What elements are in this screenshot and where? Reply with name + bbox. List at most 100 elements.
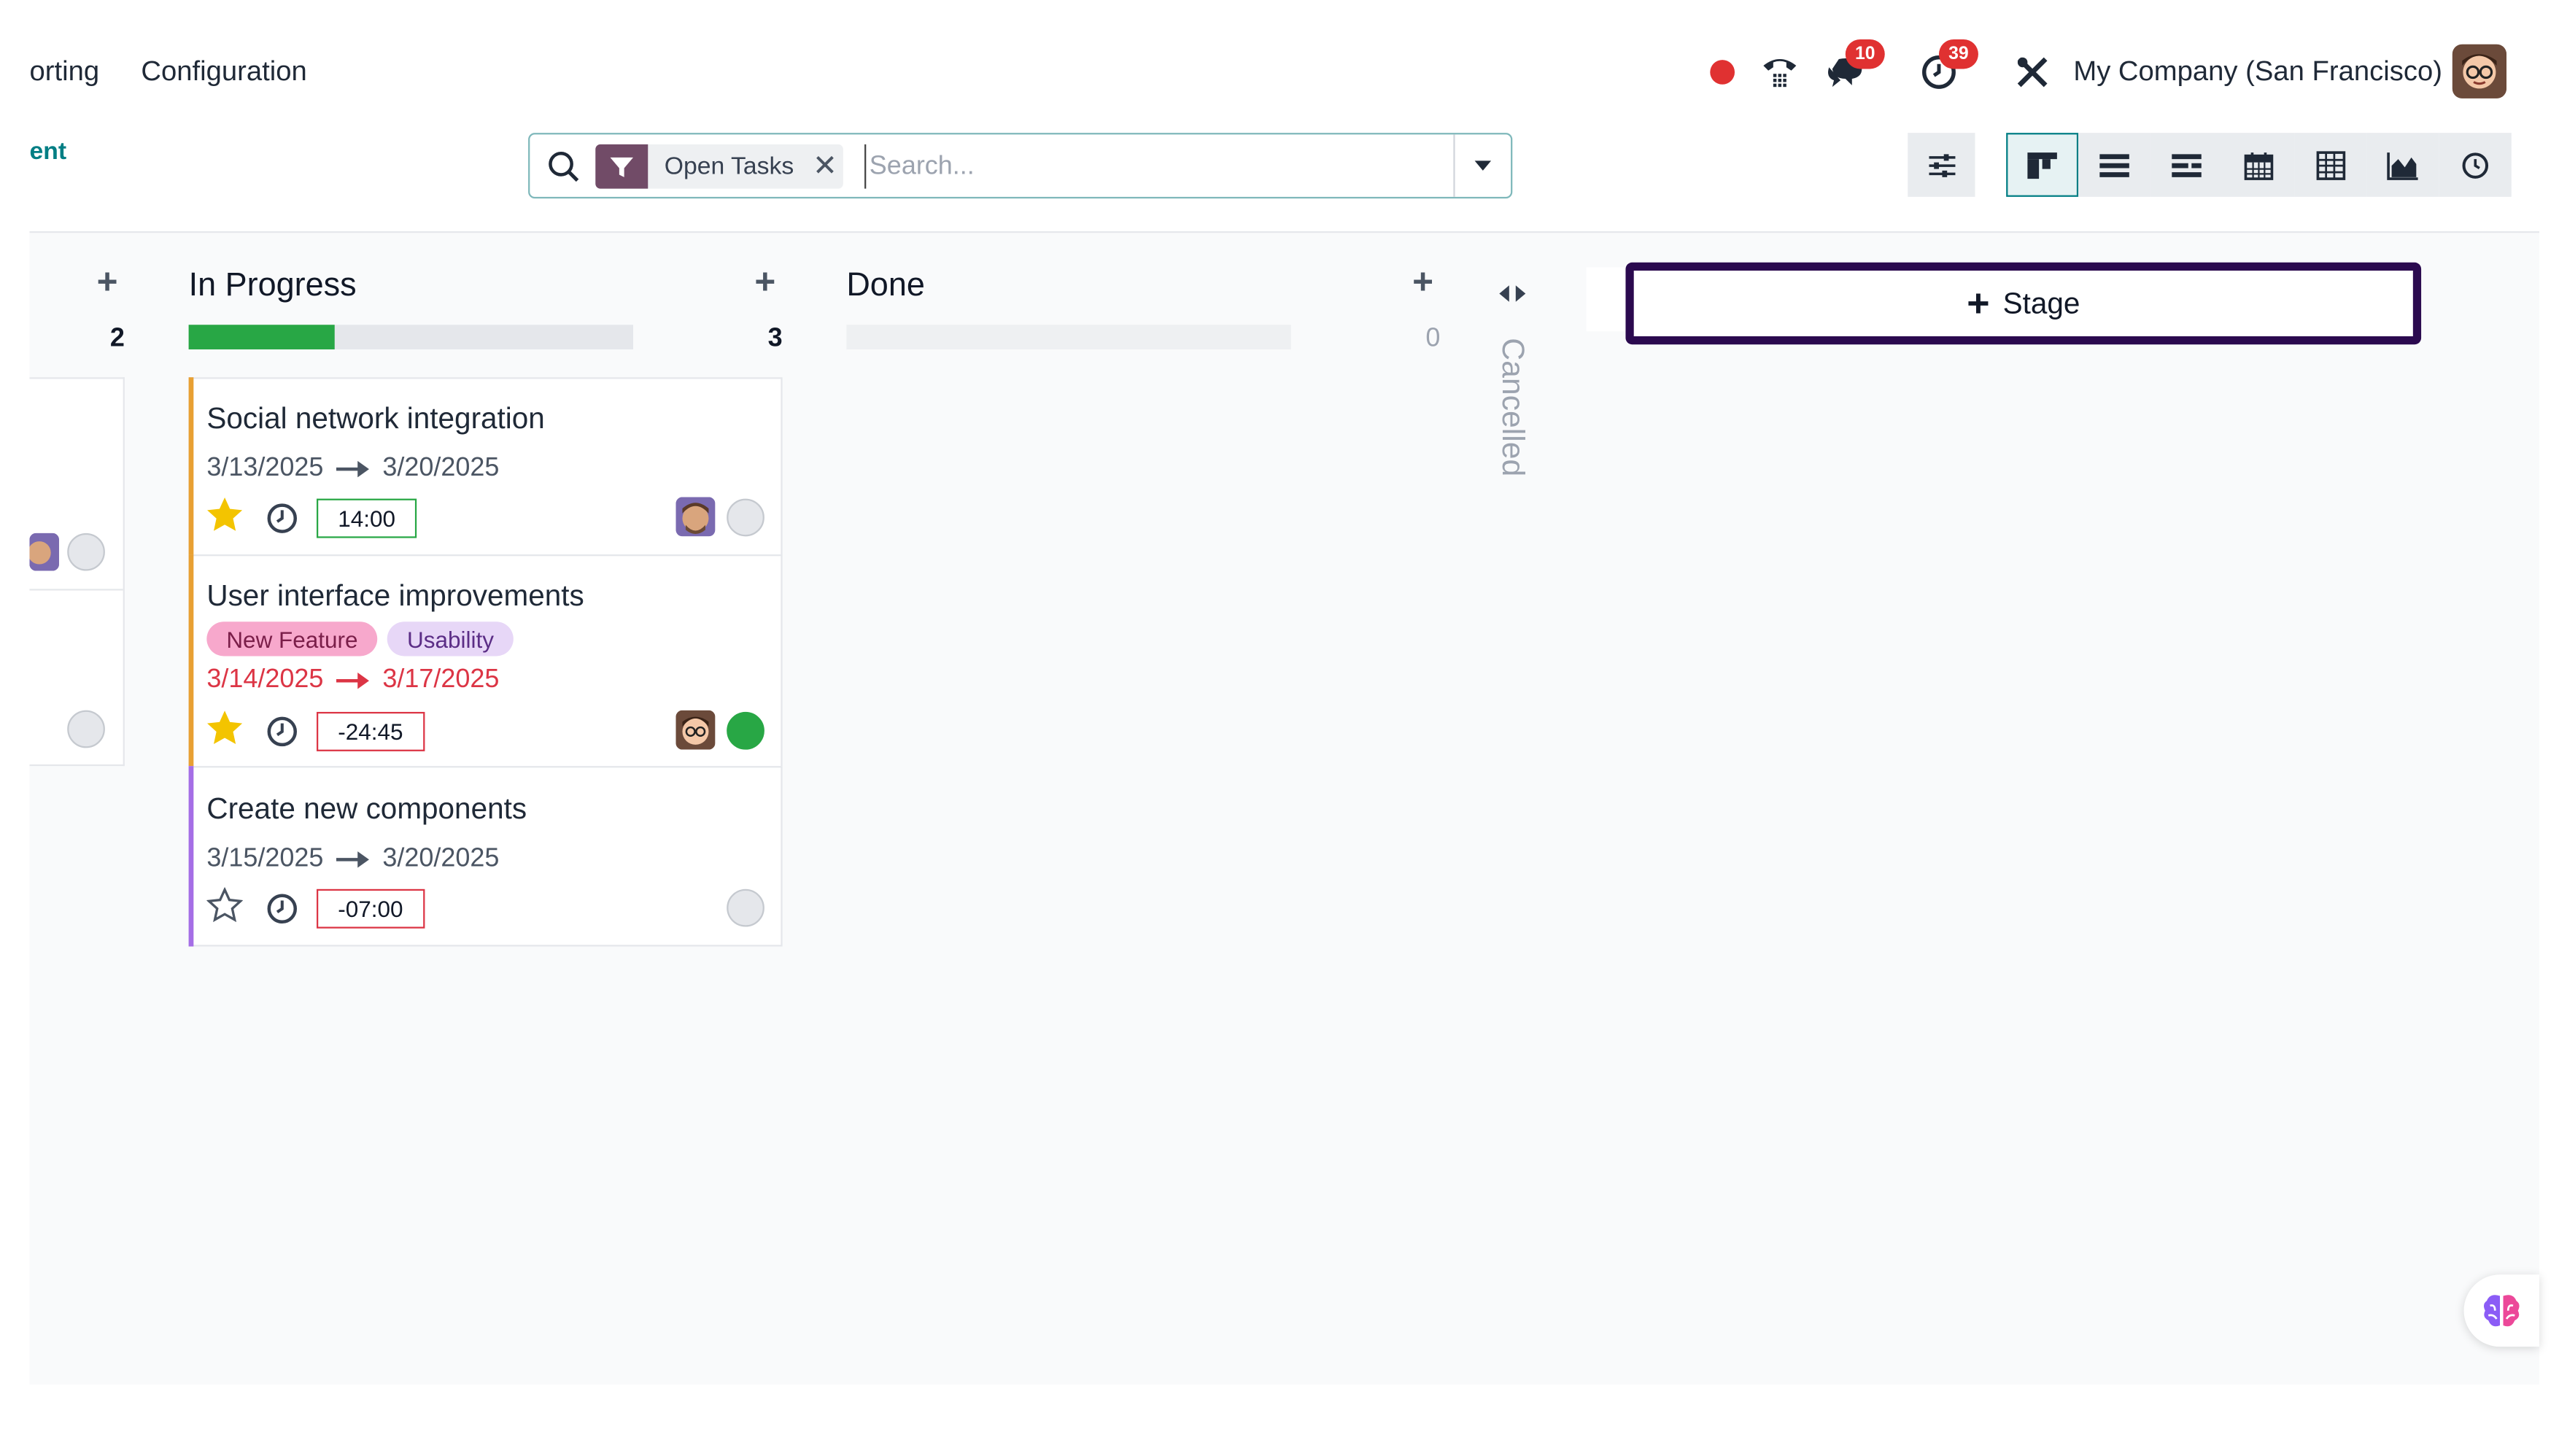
assignee-avatar[interactable] — [675, 497, 716, 537]
task-card[interactable]: Create new components 3/15/2025 3/20/202… — [188, 766, 783, 947]
facet-label: Open Tasks — [664, 152, 794, 181]
add-stage-button[interactable]: Stage — [1625, 262, 2422, 345]
card-color-accent — [188, 554, 194, 768]
phone-glyph-icon — [1763, 58, 1797, 88]
column-progress-bar[interactable] — [188, 325, 633, 349]
card-start-date: 3/14/2025 — [206, 665, 324, 694]
allocated-time-badge: -24:45 — [316, 711, 425, 751]
star-icon[interactable] — [206, 497, 243, 533]
arrow-right-icon — [336, 672, 370, 689]
filter-funnel-icon — [610, 156, 633, 177]
activities-badge: 39 — [1938, 39, 1978, 69]
kanban-state-dot[interactable] — [67, 533, 105, 571]
card-end-date: 3/20/2025 — [382, 845, 500, 873]
tag-new-feature: New Feature — [206, 621, 378, 657]
filter-icon — [595, 144, 649, 189]
column-title[interactable]: In Progress — [189, 268, 357, 306]
calendar-icon — [2244, 152, 2274, 179]
view-kanban-button[interactable] — [2006, 133, 2079, 197]
activities-button[interactable]: 39 — [1916, 39, 1978, 95]
list-icon — [2099, 153, 2129, 177]
card-start-date: 3/15/2025 — [206, 845, 324, 873]
column-title[interactable]: Done — [846, 268, 925, 306]
quick-create-plus-icon[interactable]: + — [754, 261, 775, 303]
assignee-avatar[interactable] — [675, 710, 716, 750]
activity-clock-icon[interactable] — [266, 715, 298, 748]
allocated-time-badge: 14:00 — [316, 498, 417, 538]
fold-toggle-icon[interactable] — [1498, 284, 1527, 303]
table-icon — [2316, 150, 2346, 179]
folded-column[interactable]: Cancelled — [1493, 338, 1529, 502]
kanban-state-dot[interactable] — [727, 711, 764, 750]
search-options-toggle[interactable] — [1453, 134, 1511, 197]
card-title: Create new components — [206, 792, 527, 826]
search-icon[interactable] — [548, 151, 581, 184]
gantt-icon — [2172, 153, 2202, 177]
allocated-time-value: 14:00 — [338, 505, 396, 532]
task-card[interactable]: Social network integration 3/13/2025 3/2… — [188, 377, 783, 557]
partial-avatar-image — [29, 533, 59, 571]
sliders-icon — [1928, 153, 1955, 177]
tag-usability: Usability — [387, 621, 514, 657]
kanban-icon — [2027, 152, 2057, 178]
card-end-date: 3/17/2025 — [382, 665, 500, 694]
activity-clock-icon[interactable] — [266, 892, 298, 925]
quick-create-plus-icon[interactable]: + — [97, 261, 118, 303]
debug-tools-button[interactable] — [2010, 49, 2056, 95]
red-dot-icon — [1710, 60, 1735, 85]
activity-clock-icon[interactable] — [266, 502, 298, 535]
search-bar: Open Tasks ✕ — [528, 133, 1513, 199]
folded-column-title: Cancelled — [1494, 338, 1529, 477]
task-card[interactable]: User interface improvements New Feature … — [188, 554, 783, 768]
phone-icon[interactable] — [1757, 49, 1803, 95]
partial-avatar — [29, 533, 59, 571]
assignee-avatar-image — [675, 497, 716, 537]
remove-facet-icon[interactable]: ✕ — [807, 144, 843, 189]
tools-icon — [2017, 57, 2048, 88]
messages-button[interactable]: 10 — [1822, 39, 1885, 95]
view-graph-button[interactable] — [2366, 133, 2439, 197]
view-list-button[interactable] — [2078, 133, 2151, 197]
allocated-time-value: -24:45 — [338, 718, 403, 745]
view-activity-button[interactable] — [2439, 133, 2512, 197]
view-calendar-button[interactable] — [2222, 133, 2295, 197]
card-end-date: 3/20/2025 — [382, 454, 500, 483]
star-icon[interactable] — [206, 710, 243, 746]
card-color-accent — [188, 766, 194, 947]
view-pivot-button[interactable] — [2294, 133, 2367, 197]
view-gantt-button[interactable] — [2150, 133, 2223, 197]
user-avatar[interactable] — [2452, 44, 2507, 98]
card-start-date: 3/13/2025 — [206, 454, 324, 483]
recording-icon[interactable] — [1700, 49, 1746, 95]
card-dates: 3/15/2025 3/20/2025 — [206, 845, 499, 874]
allocated-time-badge: -07:00 — [316, 888, 425, 929]
add-stage-gutter — [1586, 267, 1626, 332]
kanban-state-dot[interactable] — [727, 498, 764, 537]
screen: orting Configuration 10 39 My Company (S… — [0, 0, 2559, 1456]
messages-badge: 10 — [1845, 39, 1885, 69]
card-tags: New Feature Usability — [206, 621, 514, 657]
brain-icon — [2483, 1295, 2520, 1327]
activity-clock-icon — [2462, 152, 2489, 178]
search-input[interactable] — [864, 144, 1447, 189]
app-frame: orting Configuration 10 39 My Company (S… — [0, 0, 2559, 1456]
menu-configuration[interactable]: Configuration — [141, 55, 306, 88]
card-dates: 3/14/2025 3/17/2025 — [206, 666, 499, 695]
kanban-state-dot[interactable] — [727, 888, 764, 927]
star-outline-icon[interactable] — [206, 887, 243, 923]
kanban-state-dot[interactable] — [67, 710, 105, 748]
settings-toggle-button[interactable] — [1908, 133, 1975, 197]
breadcrumb[interactable]: ent — [29, 138, 66, 166]
column-progress-bar[interactable] — [846, 325, 1291, 349]
area-chart-icon — [2387, 152, 2418, 179]
quick-create-plus-icon[interactable]: + — [1412, 261, 1433, 303]
card-title: Social network integration — [206, 401, 545, 435]
column-progress-fill — [188, 325, 336, 349]
plus-icon — [1968, 293, 1989, 314]
ai-assistant-button[interactable] — [2463, 1274, 2539, 1347]
menu-reporting[interactable]: orting — [29, 55, 99, 88]
card-dates: 3/13/2025 3/20/2025 — [206, 454, 499, 484]
company-switcher[interactable]: My Company (San Francisco) — [2073, 55, 2442, 88]
partial-card-stack[interactable] — [29, 377, 125, 767]
card-title: User interface improvements — [206, 578, 584, 612]
